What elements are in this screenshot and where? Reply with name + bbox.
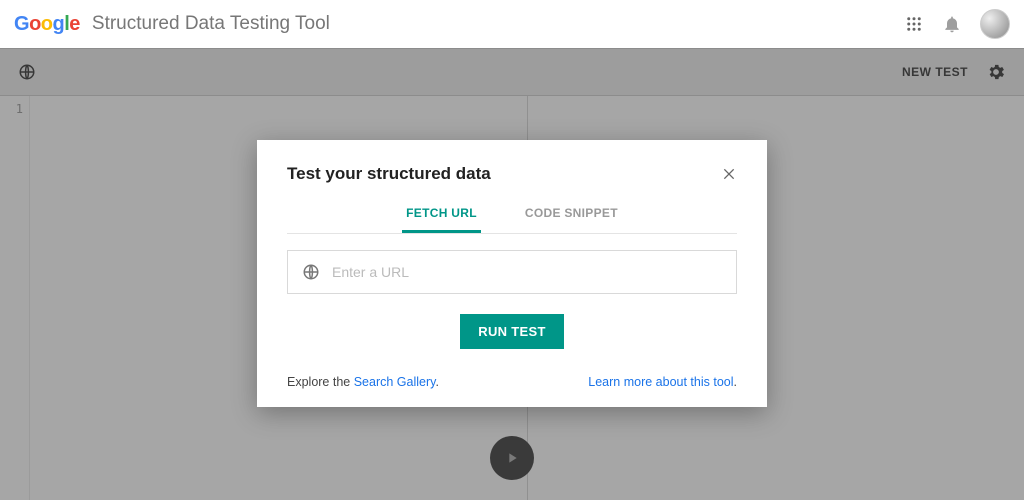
- header-left: Google Structured Data Testing Tool: [14, 13, 330, 36]
- tab-fetch-url[interactable]: FETCH URL: [402, 198, 481, 233]
- test-modal: Test your structured data FETCH URL CODE…: [257, 140, 767, 407]
- modal-title: Test your structured data: [287, 164, 491, 184]
- search-gallery-link[interactable]: Search Gallery: [354, 375, 436, 389]
- explore-text: Explore the Search Gallery.: [287, 375, 439, 389]
- globe-icon: [302, 263, 320, 281]
- learn-more-text: Learn more about this tool.: [588, 375, 737, 389]
- modal-tabs: FETCH URL CODE SNIPPET: [287, 198, 737, 234]
- run-test-button[interactable]: RUN TEST: [460, 314, 563, 349]
- avatar[interactable]: [980, 9, 1010, 39]
- header-right: [904, 9, 1010, 39]
- google-logo: Google: [14, 13, 80, 36]
- url-input[interactable]: [332, 264, 722, 280]
- notifications-icon[interactable]: [942, 14, 962, 34]
- close-icon[interactable]: [721, 166, 737, 182]
- apps-icon[interactable]: [904, 14, 924, 34]
- app-title: Structured Data Testing Tool: [92, 13, 330, 35]
- url-field[interactable]: [287, 250, 737, 294]
- modal-footer: Explore the Search Gallery. Learn more a…: [287, 375, 737, 389]
- tab-code-snippet[interactable]: CODE SNIPPET: [521, 198, 622, 233]
- app-header: Google Structured Data Testing Tool: [0, 0, 1024, 48]
- learn-more-link[interactable]: Learn more about this tool: [588, 375, 733, 389]
